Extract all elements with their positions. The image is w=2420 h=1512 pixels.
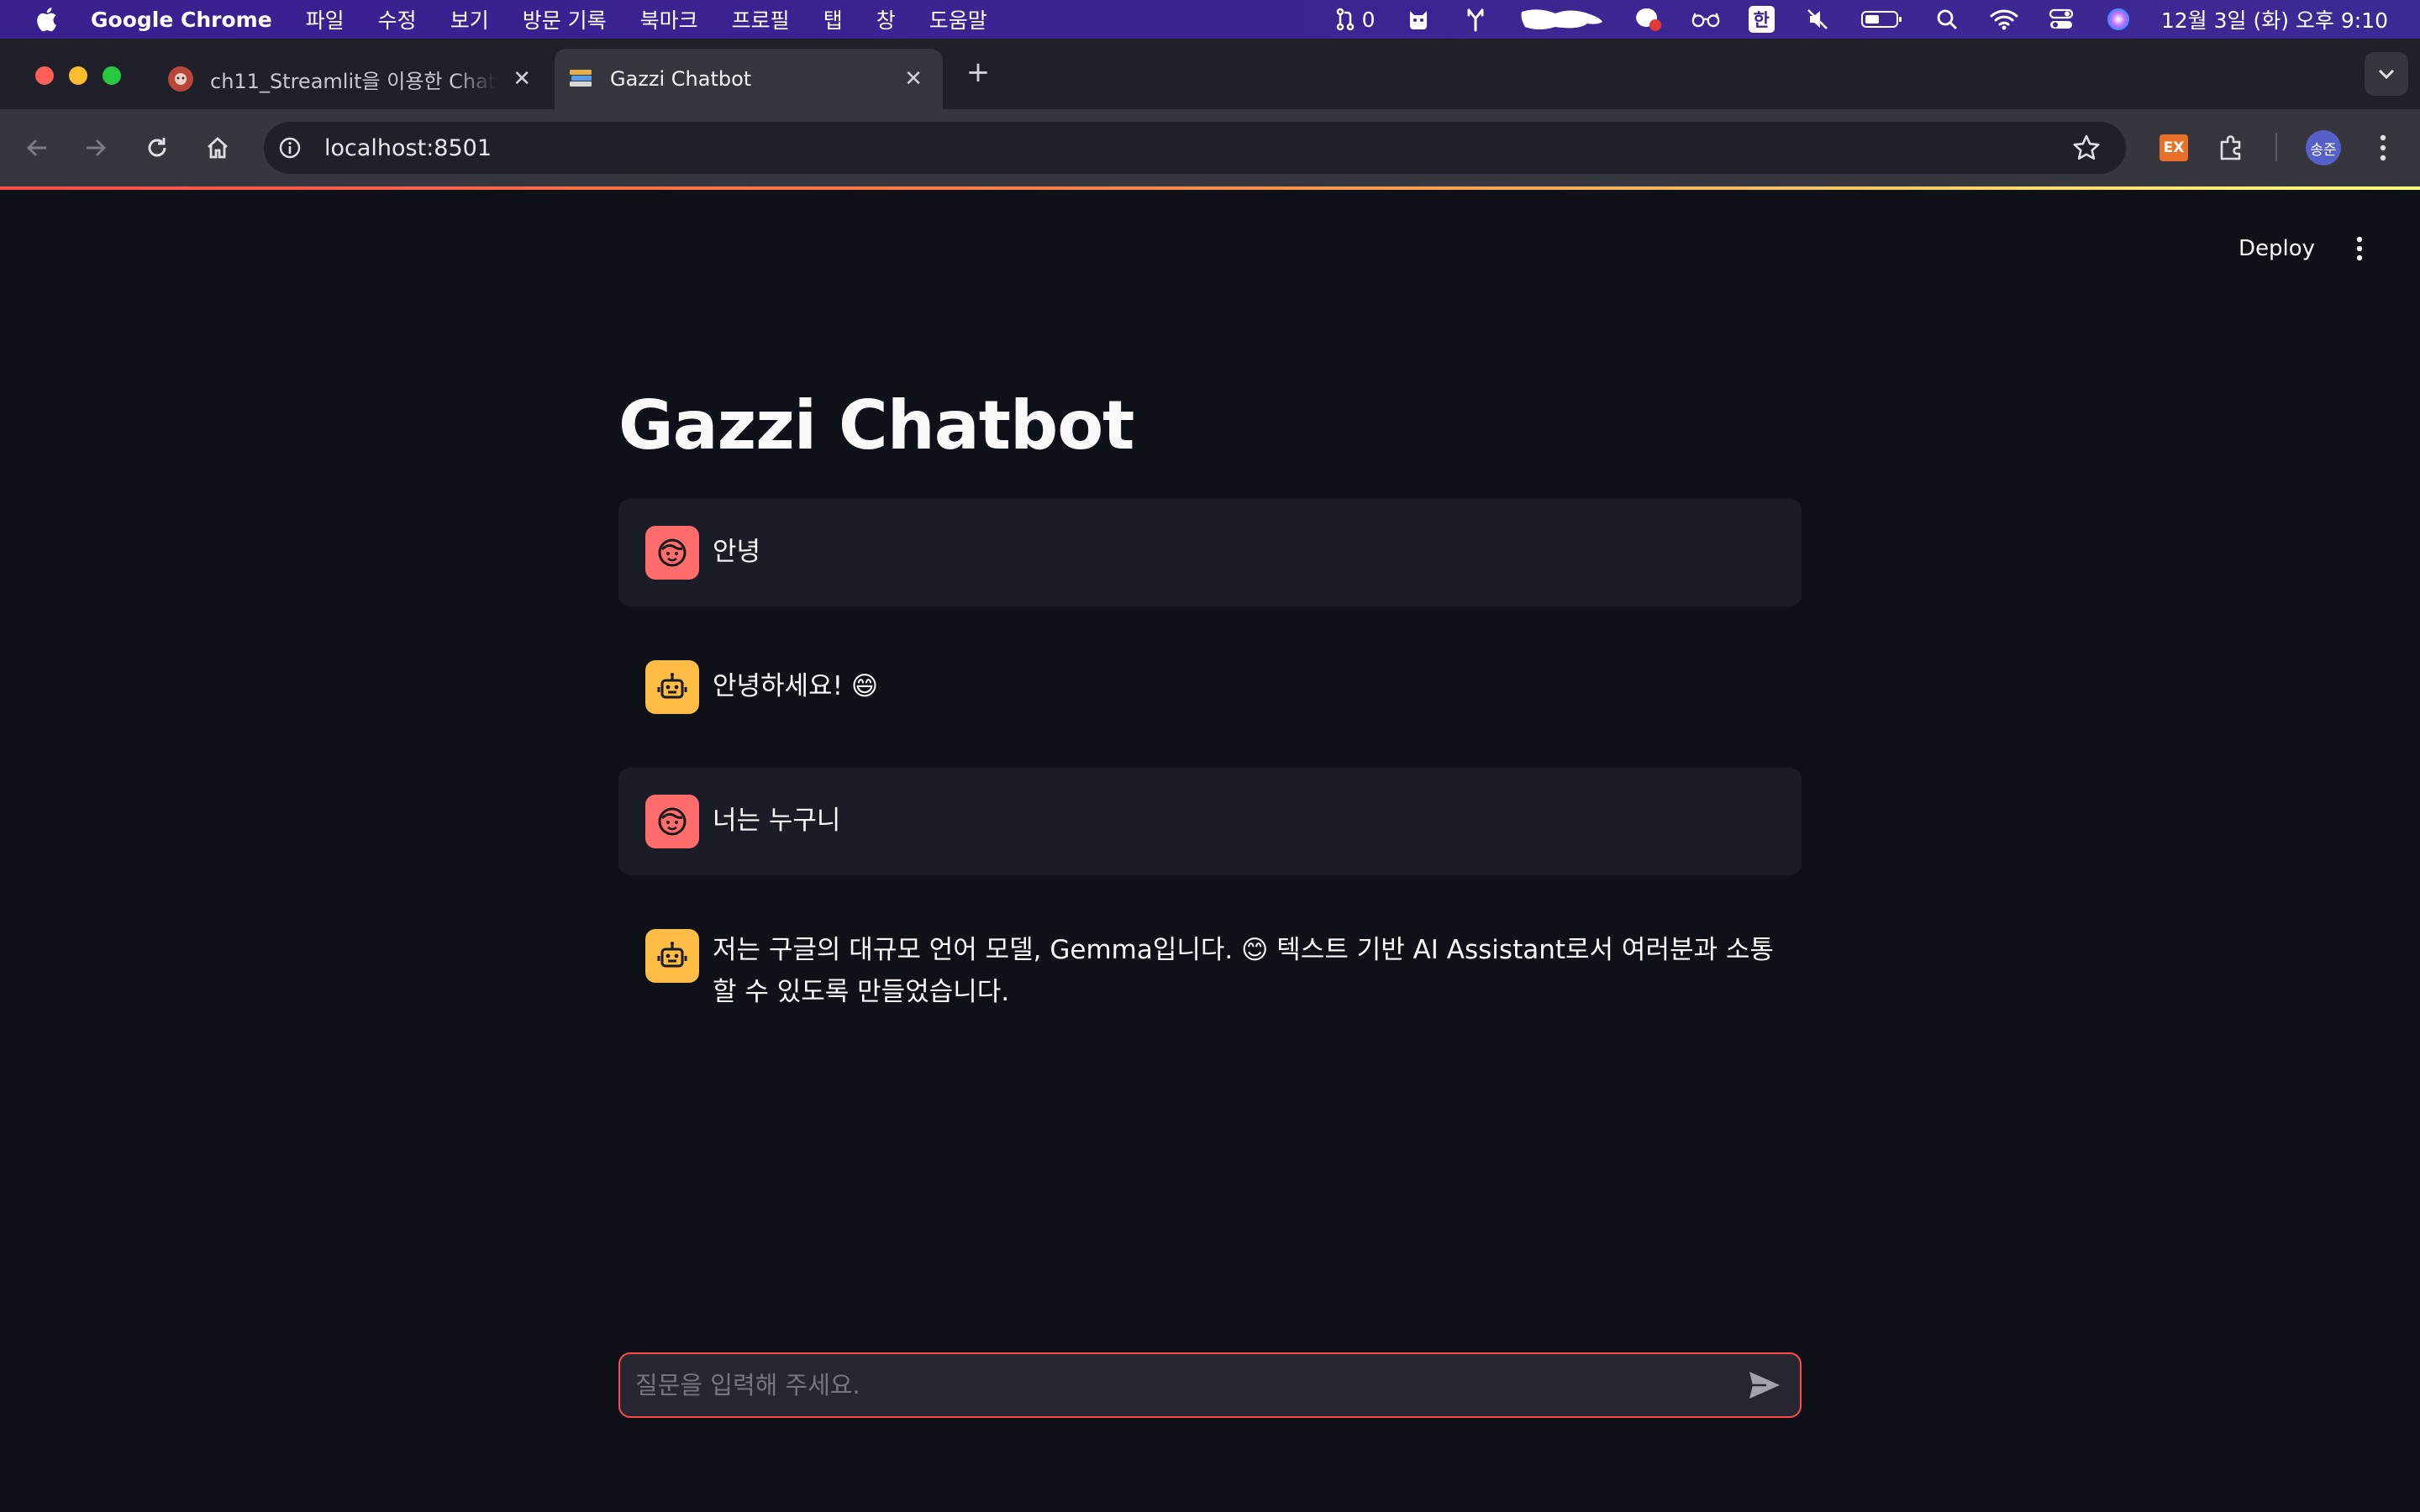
window-close-button[interactable] [35, 66, 54, 85]
robot-avatar-icon [645, 660, 699, 714]
vertical-dots-icon [2356, 236, 2363, 261]
menu-profiles[interactable]: 프로필 [732, 4, 790, 34]
chat-message-assistant: 안녕하세요! 😄 [618, 633, 1802, 741]
new-tab-button[interactable]: + [963, 57, 993, 87]
apple-menu-icon[interactable] [34, 7, 59, 32]
menu-view[interactable]: 보기 [450, 4, 489, 34]
home-button[interactable] [199, 129, 236, 166]
chevron-down-icon [2378, 69, 2395, 80]
forward-button[interactable] [77, 129, 114, 166]
app-name-menu[interactable]: Google Chrome [91, 8, 272, 32]
reload-icon [148, 138, 166, 157]
tab-title: ch11_Streamlit을 이용한 ChatB [210, 69, 496, 93]
bookmark-star-icon[interactable] [2072, 134, 2101, 165]
chat-message-user: 안녕 [618, 499, 1802, 606]
robot-avatar-icon [645, 929, 699, 983]
send-button[interactable] [1741, 1362, 1788, 1409]
address-bar[interactable]: localhost:8501 [264, 122, 2126, 174]
status-count: 0 [1361, 7, 1376, 32]
back-button[interactable] [18, 129, 55, 166]
chat-notification-icon[interactable] [1634, 7, 1663, 32]
tab-streamlit-notebook[interactable]: ch11_Streamlit을 이용한 ChatB ✕ [151, 49, 551, 109]
chat-message-text: 너는 누구니 [713, 806, 841, 836]
puzzle-piece-icon [2220, 135, 2241, 160]
user-avatar-icon [645, 795, 699, 848]
macos-menu-bar: Google Chrome 파일 수정 보기 방문 기록 북마크 프로필 탭 창… [0, 0, 2420, 39]
vertical-dots-icon [2380, 134, 2386, 161]
send-icon [1749, 1372, 1780, 1399]
tab-gazzi-chatbot[interactable]: Gazzi Chatbot ✕ [555, 49, 943, 109]
tab-close-icon[interactable]: ✕ [513, 66, 531, 92]
chat-message-text: 저는 구글의 대규모 언어 모델, Gemma입니다. 😊 텍스트 기반 AI … [713, 935, 1774, 1007]
reload-button[interactable] [139, 129, 176, 166]
menu-clock[interactable]: 12월 3일 (화) 오후 9:10 [2161, 4, 2388, 34]
user-avatar-icon [645, 526, 699, 580]
battery-icon[interactable] [1860, 7, 1904, 32]
menu-bookmarks[interactable]: 북마크 [640, 4, 698, 34]
menu-file[interactable]: 파일 [306, 4, 345, 34]
chat-message-text: 안녕하세요! 😄 [713, 671, 879, 701]
fork-icon[interactable] [1461, 7, 1490, 32]
siri-icon[interactable] [2104, 7, 2133, 32]
tab-search-button[interactable] [2365, 52, 2408, 96]
wifi-icon[interactable] [1990, 7, 2018, 32]
cat-app-icon[interactable] [1404, 7, 1433, 32]
arrow-left-icon [26, 139, 46, 157]
window-minimize-button[interactable] [69, 66, 87, 85]
glasses-icon[interactable] [1691, 7, 1720, 32]
chat-message-text: 안녕 [713, 537, 761, 567]
chat-message-user: 너는 누구니 [618, 768, 1802, 875]
extension-ex-icon[interactable]: EX [2160, 134, 2188, 161]
extensions-button[interactable] [2213, 129, 2250, 166]
url-text[interactable]: localhost:8501 [324, 135, 492, 161]
git-pull-request-icon[interactable]: 0 [1335, 7, 1376, 32]
menu-window[interactable]: 창 [876, 4, 896, 34]
redacted-status-icon [1518, 7, 1606, 32]
chat-input[interactable] [620, 1354, 1741, 1416]
mute-icon[interactable] [1803, 7, 1832, 32]
streamlit-favicon-icon [168, 66, 193, 92]
menu-history[interactable]: 방문 기록 [523, 4, 607, 34]
menu-tab[interactable]: 탭 [823, 4, 843, 34]
profile-avatar[interactable]: 송준 [2306, 130, 2341, 165]
input-method-indicator[interactable]: 한 [1748, 6, 1775, 33]
arrow-right-icon [87, 139, 107, 157]
chat-input-container [618, 1352, 1802, 1418]
home-icon [208, 137, 228, 159]
main-menu-button[interactable] [2343, 232, 2376, 265]
window-zoom-button[interactable] [103, 66, 121, 85]
page-title: Gazzi Chatbot [618, 386, 1134, 465]
site-info-icon[interactable] [276, 134, 304, 162]
spotlight-search-icon[interactable] [1933, 7, 1961, 32]
toolbar-divider [2275, 133, 2277, 161]
chat-message-assistant: 저는 구글의 대규모 언어 모델, Gemma입니다. 😊 텍스트 기반 AI … [618, 902, 1802, 1037]
chrome-menu-button[interactable] [2365, 129, 2402, 166]
books-favicon-icon [568, 66, 593, 92]
tab-title: Gazzi Chatbot [610, 67, 752, 91]
control-center-icon[interactable] [2047, 7, 2075, 32]
menu-help[interactable]: 도움말 [929, 4, 987, 34]
tab-close-icon[interactable]: ✕ [904, 66, 923, 92]
menu-edit[interactable]: 수정 [378, 4, 417, 34]
deploy-button[interactable]: Deploy [2225, 228, 2328, 269]
